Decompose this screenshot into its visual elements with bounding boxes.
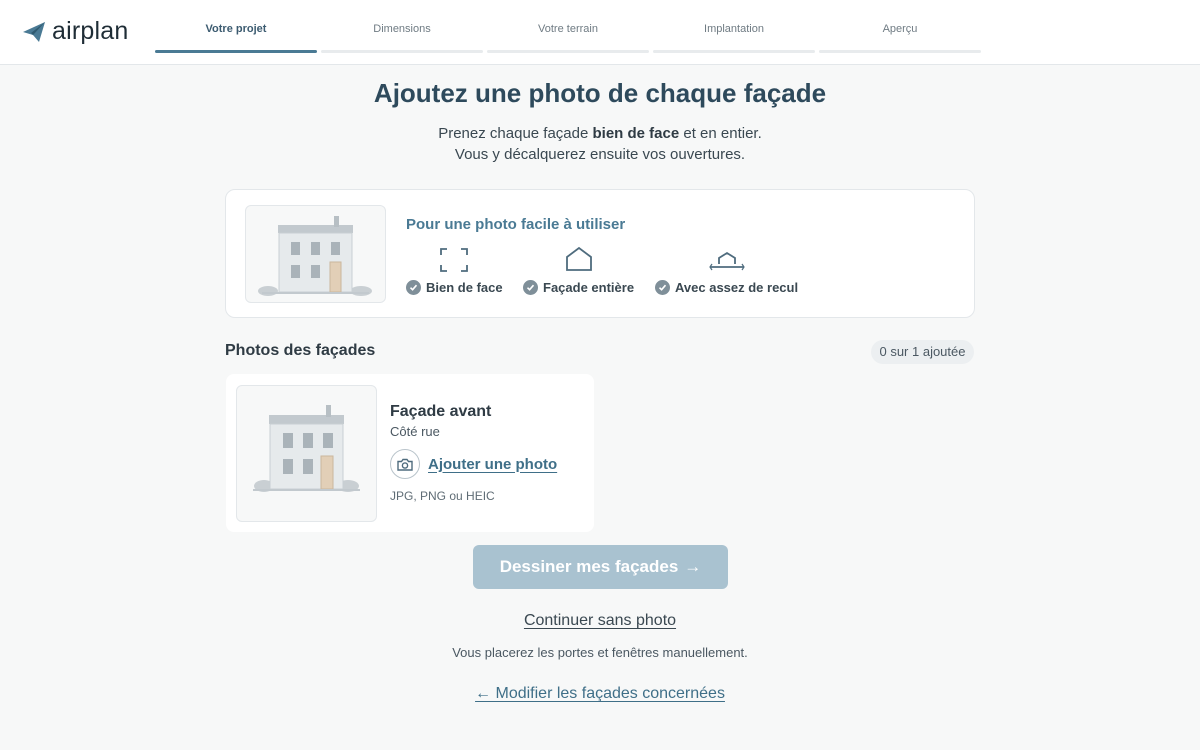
step-label: Votre projet [205,23,267,35]
facade-card-avant: Façade avant Côté rue Ajouter une photo … [226,374,594,532]
tip-bien-de-face: Bien de face [406,242,503,295]
step-dimensions[interactable]: Dimensions [321,0,483,53]
modify-facades: ← Modifier les façades concernées [0,685,1200,703]
tips-title: Pour une photo facile à utiliser [406,216,626,233]
tip-label-row: Avec assez de recul [655,280,798,295]
section-title: Photos des façades [225,342,376,359]
top-bar: airplan Votre projet Dimensions Votre te… [0,0,1200,65]
subtitle-emphasis: bien de face [592,125,680,142]
paper-plane-icon [23,21,45,42]
facade-title: Façade avant [390,403,492,420]
continue-without-photo-link[interactable]: Continuer sans photo [524,612,676,629]
check-icon [523,280,538,295]
arrow-right-icon: → [684,557,702,576]
step-label: Aperçu [882,23,918,35]
frame-corners-icon [408,242,501,272]
step-votre-terrain[interactable]: Votre terrain [487,0,649,53]
add-photo-button[interactable]: Ajouter une photo [390,449,557,479]
house-outline-icon [525,242,633,272]
facade-thumbnail [236,385,377,522]
tip-label-row: Bien de face [406,280,503,295]
draw-facades-label: Dessiner mes façades [499,557,679,576]
add-photo-label[interactable]: Ajouter une photo [428,456,557,473]
distance-icon [659,242,795,272]
modify-facades-link[interactable]: ← Modifier les façades concernées [475,685,725,702]
step-bar [321,50,483,53]
step-label: Implantation [704,23,764,35]
step-label: Dimensions [373,23,431,35]
house-illustration-icon [253,405,360,492]
draw-facades-button[interactable]: Dessiner mes façades → [473,545,728,589]
step-bar [155,50,317,53]
photo-count-badge: 0 sur 1 ajoutée [871,340,974,364]
tip-label: Avec assez de recul [675,280,799,295]
step-progress: Votre projet Dimensions Votre terrain Im… [155,0,981,53]
step-bar [653,50,815,53]
subtitle-text: Prenez chaque façade [438,125,593,142]
tip-label-row: Façade entière [523,280,634,295]
subtitle-text: et en entier. [679,125,762,142]
manual-placement-hint: Vous placerez les portes et fenêtres man… [452,645,748,660]
accepted-formats: JPG, PNG ou HEIC [390,489,495,503]
step-label: Votre terrain [538,23,598,35]
logo[interactable]: airplan [22,17,128,46]
continue-without-photo: Continuer sans photo [0,612,1200,630]
step-apercu[interactable]: Aperçu [819,0,981,53]
tip-label: Bien de face [426,280,503,295]
tip-avec-recul: Avec assez de recul [655,242,798,295]
house-illustration-icon [258,216,372,296]
check-icon [655,280,670,295]
house-illustration [245,205,386,303]
tip-facade-entiere: Façade entière [523,242,634,295]
step-implantation[interactable]: Implantation [653,0,815,53]
logo-text: airplan [52,17,129,45]
check-icon [406,280,421,295]
tip-label: Façade entière [543,280,635,295]
step-votre-projet[interactable]: Votre projet [155,0,317,53]
subtitle-line-2: Vous y décalquerez ensuite vos ouverture… [454,146,746,163]
camera-icon[interactable] [390,449,420,479]
page-title: Ajoutez une photo de chaque façade [373,78,827,108]
subtitle-line-1: Prenez chaque façade bien de face et en … [0,123,1200,144]
page-subtitle: Prenez chaque façade bien de face et en … [0,123,1200,165]
facade-subtitle: Côté rue [390,424,440,439]
step-bar [487,50,649,53]
step-bar [819,50,981,53]
photo-tips-card: Pour une photo facile à utiliser Bien de… [225,189,975,318]
